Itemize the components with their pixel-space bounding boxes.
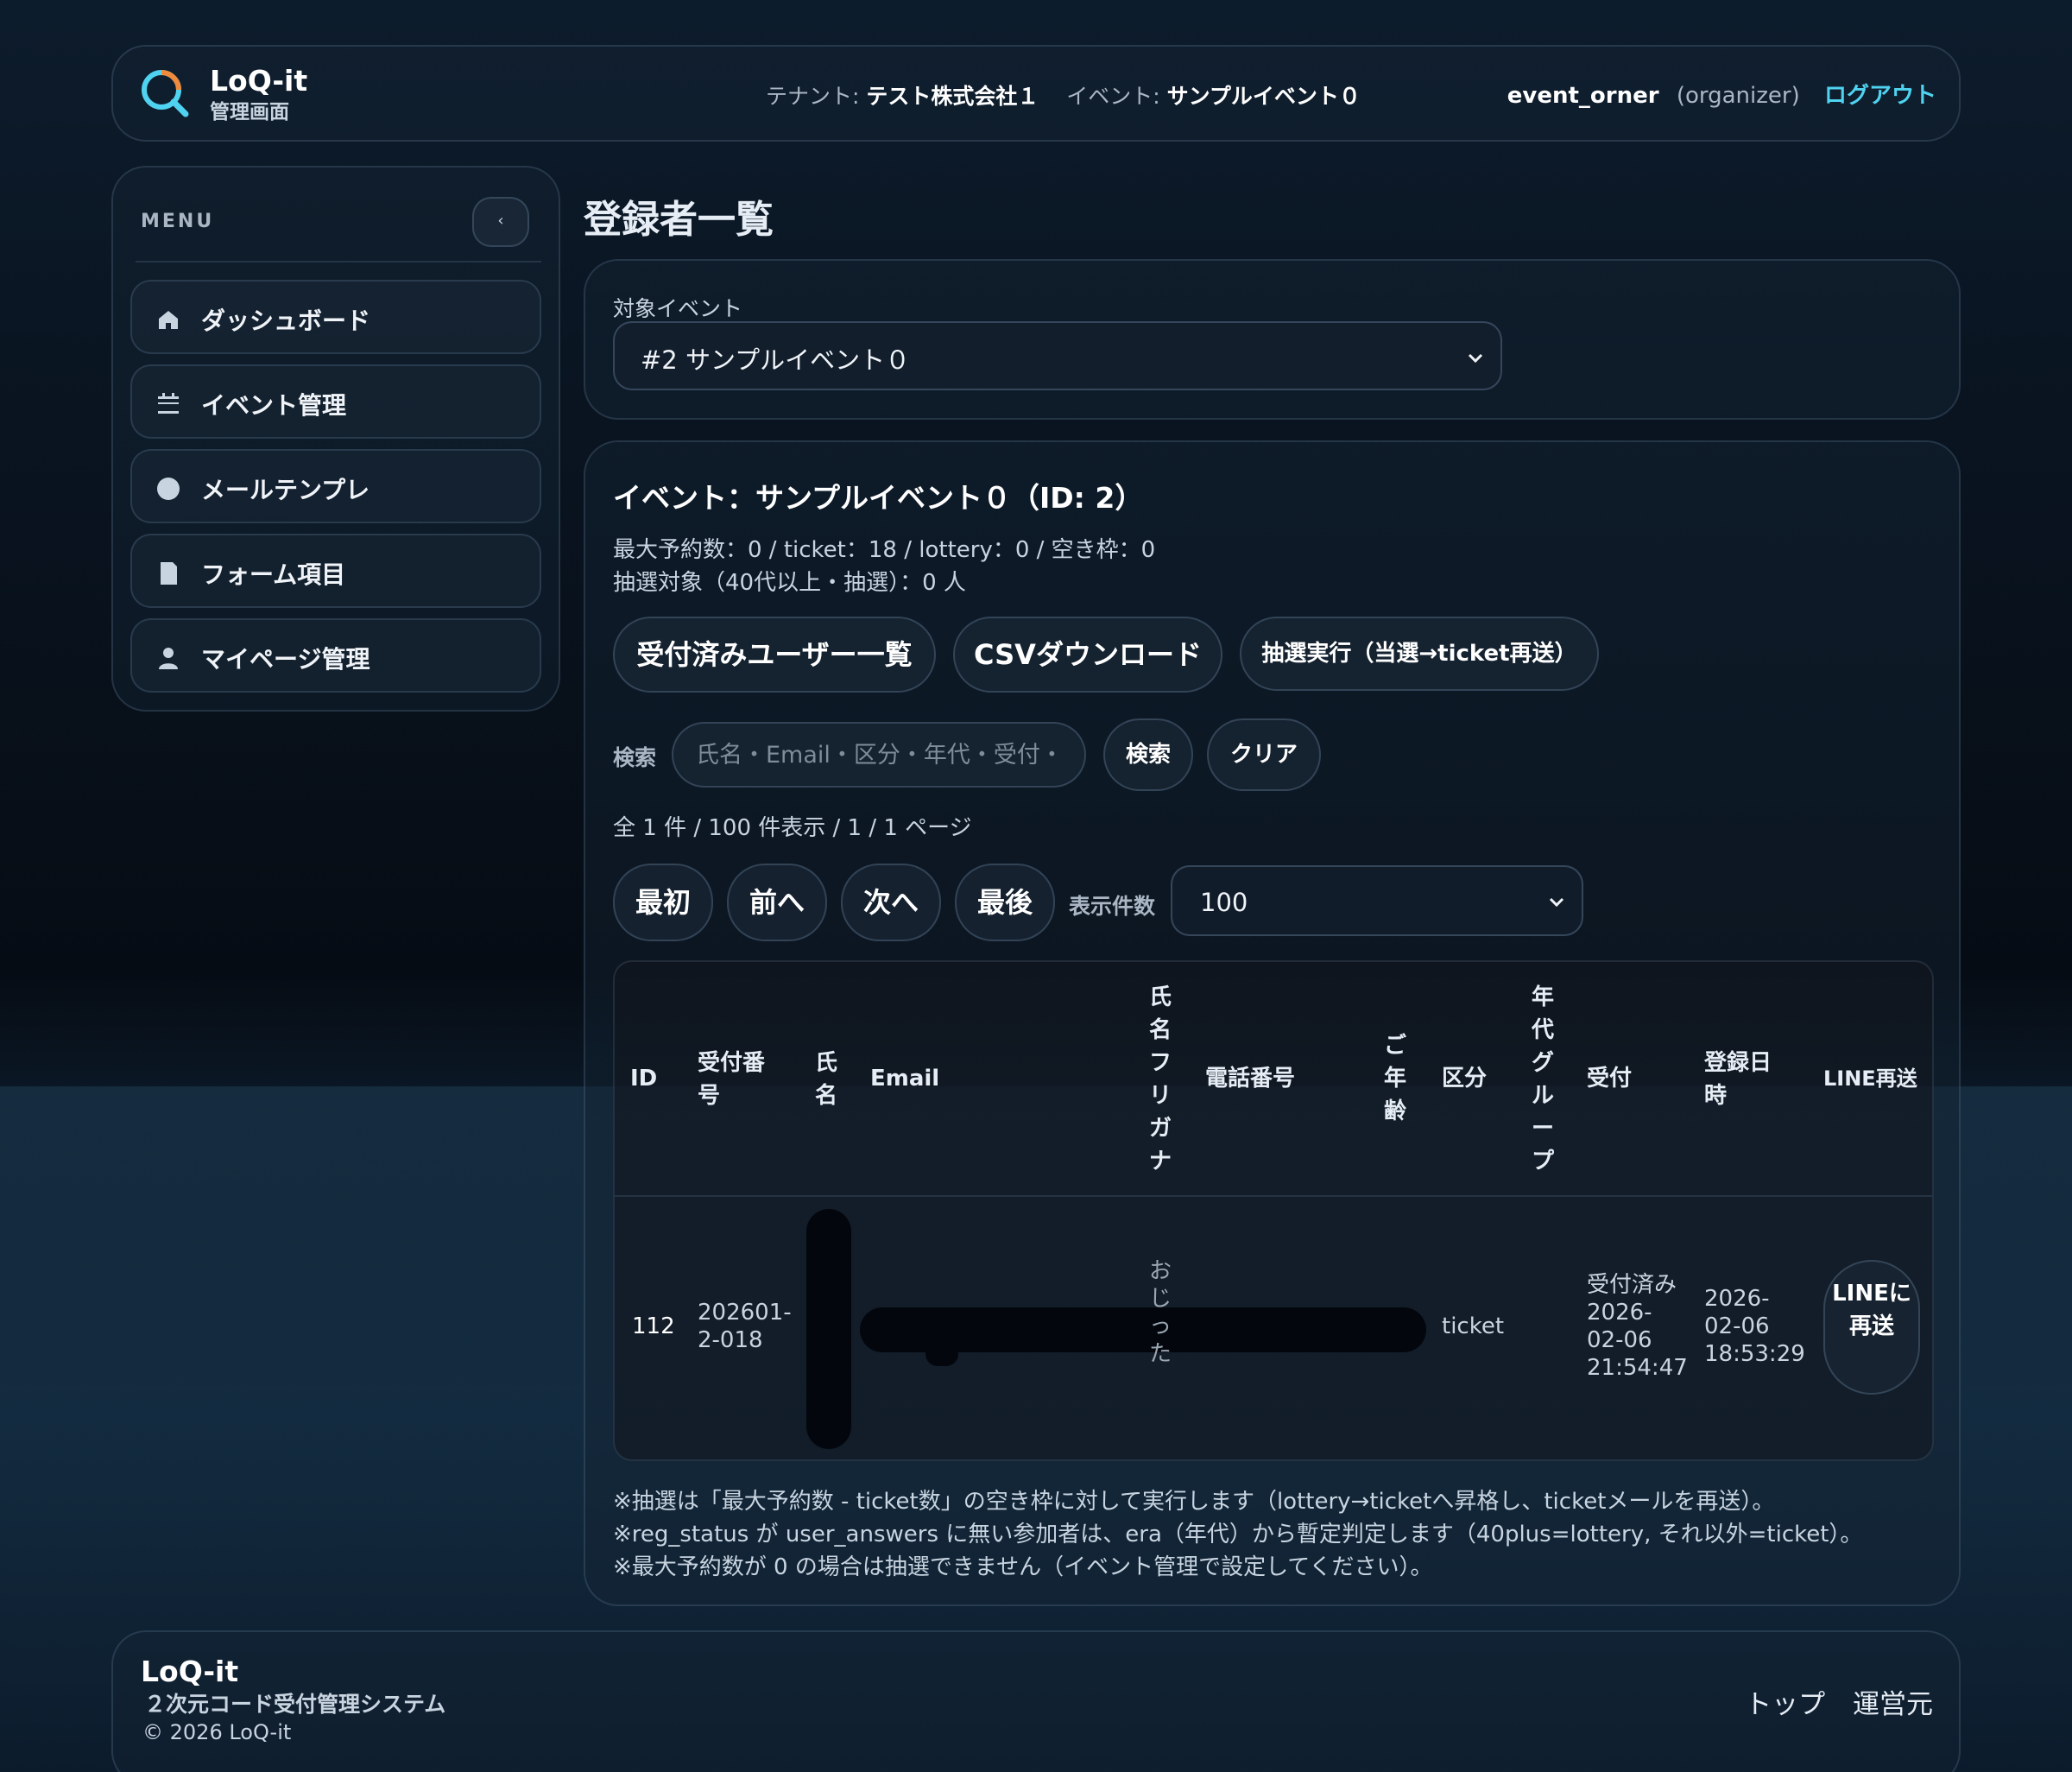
cell-furigana: おじ った <box>1148 1258 1172 1367</box>
per-page-select[interactable]: 100 <box>1171 865 1583 936</box>
footer-links: トップ 運営元 <box>1726 1682 1933 1721</box>
footer: LoQ-it ２次元コード受付管理システム © 2026 LoQ-it トップ … <box>111 1630 1961 1772</box>
tenant-info: テナント: テスト株式会社１ イベント: サンプルイベント０ <box>766 79 1361 111</box>
event-select-label: 対象イベント <box>613 296 743 321</box>
menu-divider <box>136 261 541 263</box>
note-line: ※reg_status が user_answers に無い参加者は、era（年… <box>613 1522 1863 1547</box>
sidebar-item-label: マイページ管理 <box>201 645 370 674</box>
note-line: ※抽選は「最大予約数 - ticket数」の空き枠に対して実行します（lotte… <box>613 1489 1775 1515</box>
sidebar-item-form-fields[interactable]: フォーム項目 <box>130 534 541 608</box>
circle-icon <box>157 478 180 500</box>
note-line: ※最大予約数が 0 の場合は抽選できません（イベント管理で設定してください）。 <box>613 1554 1433 1580</box>
document-icon <box>161 562 177 585</box>
cell-category: ticket <box>1442 1313 1505 1339</box>
accepted-users-button[interactable]: 受付済みユーザー一覧 <box>613 617 936 693</box>
column-header-name[interactable]: 氏名 <box>813 1047 839 1112</box>
calendar-icon <box>158 393 179 414</box>
tenant-value: テスト株式会社１ <box>866 84 1039 109</box>
event-select[interactable]: #2 サンプルイベント０ <box>613 321 1502 390</box>
logo-icon <box>142 70 189 117</box>
sidebar-item-label: イベント管理 <box>201 391 347 420</box>
search-label: 検索 <box>613 745 657 770</box>
stats-line: 最大予約数：0 / ticket：18 / lottery：0 / 空き枠：0 <box>613 537 1156 563</box>
registrants-panel: イベント：サンプルイベント０（ID: 2） 最大予約数：0 / ticket：1… <box>584 440 1961 1606</box>
sidebar: MENU ‹ ダッシュボード イベント管理 メールテンプレ フォーム項目 マイペ… <box>111 166 560 712</box>
column-header-era-group[interactable]: 年代グループ <box>1530 981 1556 1178</box>
per-page-value: 100 <box>1200 888 1248 917</box>
event-value: サンプルイベント０ <box>1166 84 1361 109</box>
sidebar-item-mail-templates[interactable]: メールテンプレ <box>130 449 541 523</box>
chevron-down-icon <box>1549 897 1564 908</box>
page-title: 登録者一覧 <box>584 198 774 242</box>
redacted-mark <box>925 1342 958 1366</box>
user-info: event_orner (organizer) ログアウト <box>1507 78 1936 110</box>
sidebar-item-label: ダッシュボード <box>201 307 371 335</box>
clear-button[interactable]: クリア <box>1207 718 1321 791</box>
last-page-button[interactable]: 最後 <box>955 864 1055 941</box>
column-header-phone[interactable]: 電話番号 <box>1205 1062 1295 1095</box>
sidebar-item-dashboard[interactable]: ダッシュボード <box>130 280 541 354</box>
column-header-id[interactable]: ID <box>630 1062 657 1095</box>
cell-registered-at: 2026-02-06 18:53:29 <box>1704 1286 1805 1367</box>
event-select-value: #2 サンプルイベント０ <box>641 345 911 375</box>
column-header-line-resend[interactable]: LINE再送 <box>1823 1062 1917 1095</box>
user-icon <box>159 648 178 669</box>
menu-title: MENU <box>141 211 215 232</box>
run-lottery-button[interactable]: 抽選実行（当選→ticket再送） <box>1240 617 1599 691</box>
section-title: イベント：サンプルイベント０（ID: 2） <box>613 481 1144 515</box>
first-page-button[interactable]: 最初 <box>613 864 713 941</box>
sidebar-item-label: フォーム項目 <box>201 560 346 589</box>
logout-link[interactable]: ログアウト <box>1824 83 1936 109</box>
sidebar-item-events[interactable]: イベント管理 <box>130 364 541 439</box>
registrants-table: ID 受付番号 氏名 Email 氏名フリガナ 電話番号 ご年齢 区分 年代グル… <box>613 960 1934 1461</box>
brand-subtitle: 管理画面 <box>210 101 289 123</box>
cell-reception: 受付済み 2026-02-06 21:54:47 <box>1587 1272 1688 1381</box>
footer-brand: LoQ-it <box>141 1655 239 1688</box>
redacted-name <box>806 1209 851 1449</box>
sidebar-collapse-button[interactable]: ‹ <box>472 197 529 247</box>
chevron-down-icon <box>1468 353 1483 364</box>
csv-download-button[interactable]: CSVダウンロード <box>953 617 1222 693</box>
footer-link-operator[interactable]: 運営元 <box>1853 1689 1933 1720</box>
event-label: イベント: <box>1066 84 1160 109</box>
result-summary: 全 1 件 / 100 件表示 / 1 / 1 ページ <box>613 815 972 841</box>
cell-id: 112 <box>632 1313 675 1339</box>
tenant-label: テナント: <box>766 84 860 109</box>
prev-page-button[interactable]: 前へ <box>727 864 827 941</box>
table-header: ID 受付番号 氏名 Email 氏名フリガナ 電話番号 ご年齢 区分 年代グル… <box>615 962 1932 1197</box>
next-page-button[interactable]: 次へ <box>841 864 941 941</box>
footer-link-top[interactable]: トップ <box>1745 1689 1825 1720</box>
column-header-category[interactable]: 区分 <box>1442 1062 1487 1095</box>
top-header: LoQ-it 管理画面 テナント: テスト株式会社１ イベント: サンプルイベン… <box>111 45 1961 142</box>
line-resend-button[interactable]: LINEに再送 <box>1823 1260 1920 1395</box>
column-header-reception-no[interactable]: 受付番号 <box>698 1047 770 1112</box>
search-input[interactable] <box>672 722 1086 788</box>
column-header-furigana[interactable]: 氏名フリガナ <box>1147 981 1173 1178</box>
footer-copyright: © 2026 LoQ-it <box>142 1720 292 1744</box>
column-header-email[interactable]: Email <box>870 1062 939 1095</box>
column-header-registered-at[interactable]: 登録日時 <box>1704 1047 1777 1112</box>
sidebar-item-mypage[interactable]: マイページ管理 <box>130 618 541 693</box>
sidebar-item-label: メールテンプレ <box>201 476 370 504</box>
username: event_orner <box>1507 83 1659 109</box>
home-icon <box>159 311 178 329</box>
footer-subtitle: ２次元コード受付管理システム <box>144 1692 446 1717</box>
event-select-panel: 対象イベント #2 サンプルイベント０ <box>584 259 1961 420</box>
column-header-reception[interactable]: 受付 <box>1587 1062 1632 1095</box>
column-header-age[interactable]: ご年齢 <box>1382 1029 1408 1128</box>
per-page-label: 表示件数 <box>1069 894 1156 919</box>
user-role: (organizer) <box>1676 83 1800 109</box>
brand-name[interactable]: LoQ-it <box>210 64 307 98</box>
lottery-target-line: 抽選対象（40代以上・抽選）：0 人 <box>613 570 966 596</box>
cell-reception-no: 202601-2-018 <box>698 1300 792 1353</box>
search-button[interactable]: 検索 <box>1103 718 1193 791</box>
